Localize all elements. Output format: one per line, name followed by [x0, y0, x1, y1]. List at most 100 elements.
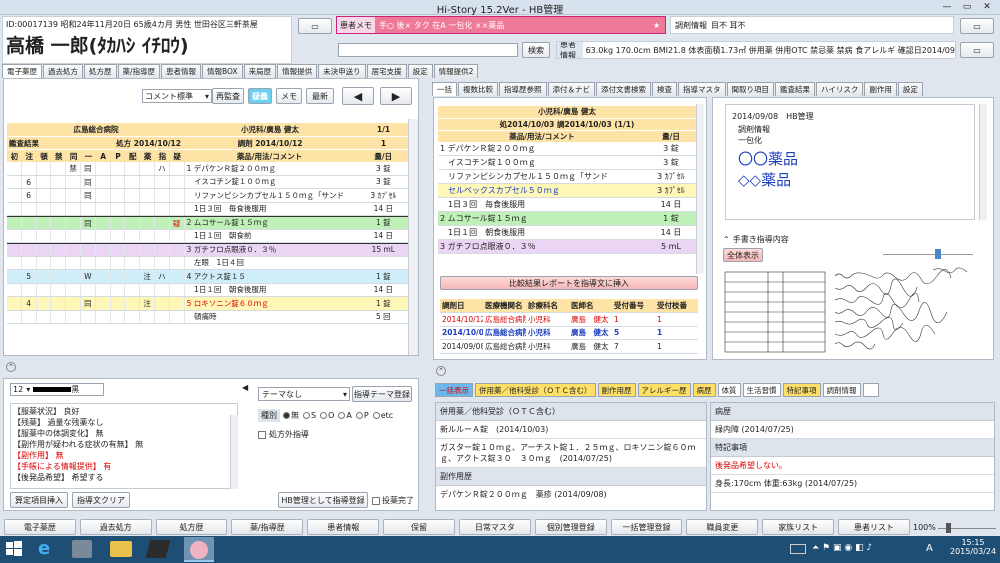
table-row[interactable]: 1 デパケンＲ錠２００ｍｇ 3 錠 — [438, 142, 696, 156]
table-row[interactable]: 4 同 注 5 ロキソニン錠６０ｍｇ 1 錠 — [7, 297, 412, 311]
rx-flag-cell[interactable] — [7, 310, 22, 323]
rx-flag-cell[interactable]: ハ — [155, 270, 170, 283]
rx-flag-cell[interactable] — [125, 256, 141, 269]
rx-flag-cell[interactable] — [66, 175, 81, 188]
rx-flag-cell[interactable] — [111, 310, 126, 323]
maximize-button[interactable]: ▭ — [960, 1, 974, 13]
rx-flag-cell[interactable] — [111, 283, 126, 296]
rx-flag-cell[interactable]: 禁 — [66, 162, 81, 175]
fkey-button[interactable]: 職員変更 — [686, 519, 759, 535]
rx-flag-cell[interactable] — [111, 217, 126, 229]
rx-flag-cell[interactable] — [96, 229, 111, 242]
zoom-slider-thumb[interactable] — [935, 249, 941, 259]
rx-flag-cell[interactable] — [7, 175, 22, 188]
info-tab[interactable]: 生活習慣 — [742, 383, 781, 397]
rx-flag-cell[interactable] — [140, 189, 155, 202]
rx-flag-cell[interactable] — [140, 162, 155, 175]
table-row[interactable]: 1日１回 朝食後服用 14 日 — [7, 283, 412, 297]
rx-flag-cell[interactable] — [51, 162, 67, 175]
rx-flag-cell[interactable]: 同 — [81, 217, 96, 229]
rx-flag-cell[interactable] — [111, 270, 126, 283]
fkey-button[interactable]: 処方歴 — [155, 519, 228, 535]
rx-flag-cell[interactable] — [51, 310, 67, 323]
right-tab[interactable]: 鑑査結果 — [775, 82, 815, 96]
staff-select[interactable]: 12 ▾ 黒 — [10, 383, 104, 396]
rx-flag-cell[interactable] — [125, 202, 141, 215]
rx-flag-cell[interactable] — [22, 310, 37, 323]
rx-flag-cell[interactable] — [7, 189, 22, 202]
rx-flag-cell[interactable]: W — [81, 270, 96, 283]
left-tab[interactable]: 未決申送り — [318, 64, 366, 78]
rx-flag-cell[interactable] — [96, 162, 111, 175]
table-row[interactable]: 禁同 ハ 1 デパケンＲ錠２００ｍｇ 3 錠 — [7, 162, 412, 176]
rx-flag-cell[interactable] — [51, 202, 67, 215]
rx-flag-cell[interactable] — [37, 189, 52, 202]
rx-flag-cell[interactable] — [22, 202, 37, 215]
rx-flag-cell[interactable] — [170, 229, 185, 242]
rx-flag-cell[interactable] — [51, 297, 67, 310]
rx-flag-cell[interactable]: 5 — [22, 270, 37, 283]
rx-flag-cell[interactable] — [7, 297, 22, 310]
rx-flag-cell[interactable] — [22, 162, 37, 175]
rx-flag-cell[interactable] — [155, 310, 170, 323]
rx-flag-cell[interactable] — [155, 283, 170, 296]
right-tab[interactable]: 複数比較 — [458, 82, 498, 96]
rx-flag-cell[interactable] — [37, 244, 52, 256]
rx-flag-cell[interactable] — [66, 229, 81, 242]
rx-flag-cell[interactable] — [155, 189, 170, 202]
prior-rx-scrollbar[interactable] — [696, 104, 704, 274]
rx-flag-cell[interactable] — [37, 217, 52, 229]
rx-flag-cell[interactable] — [51, 189, 67, 202]
left-tab[interactable]: 情報提供2 — [433, 64, 479, 78]
theme-register-button[interactable]: 指導テーマ登録 — [352, 386, 412, 402]
rx-flag-cell[interactable] — [37, 310, 52, 323]
rx-flag-cell[interactable] — [96, 244, 111, 256]
tray-icons[interactable]: ⏶ ⚑ ▣ ◉ ◧ ♪ — [812, 543, 872, 553]
fkey-button[interactable]: 保留 — [383, 519, 455, 535]
rx-flag-cell[interactable] — [111, 162, 126, 175]
patient-window-button[interactable]: ▭ — [298, 18, 332, 34]
rx-flag-cell[interactable] — [170, 270, 185, 283]
rx-flag-cell[interactable] — [111, 202, 126, 215]
rx-flag-cell[interactable] — [81, 256, 96, 269]
table-row[interactable]: 6 同 リファンピシンカプセル１５０ｍｇ「サンド 3 ｶﾌﾟｾﾙ — [7, 189, 412, 203]
calc-insert-button[interactable]: 算定項目挿入 — [10, 492, 68, 508]
table-row[interactable]: セルベックスカプセル５０ｍｇ 3 ｶﾌﾟｾﾙ — [438, 184, 696, 198]
rx-scrollbar[interactable] — [408, 119, 418, 355]
collapse-up-icon[interactable]: ⌃ — [436, 366, 446, 376]
history-row[interactable]: 2014/10/12 広島総合病院 小児科 廣島 健太 1 1 — [440, 312, 698, 327]
fkey-button[interactable]: 患者リスト — [838, 519, 910, 535]
rx-flag-cell[interactable] — [96, 256, 111, 269]
kind-radio[interactable]: A — [338, 411, 352, 420]
rx-flag-cell[interactable]: ハ — [155, 162, 170, 175]
rx-flag-cell[interactable] — [37, 283, 52, 296]
rx-flag-cell[interactable] — [140, 256, 155, 269]
rx-flag-cell[interactable] — [125, 310, 141, 323]
kind-radio[interactable]: O — [320, 411, 334, 420]
rx-flag-cell[interactable] — [111, 297, 126, 310]
collapse-up-icon[interactable]: ⌃ — [6, 362, 16, 372]
recheck-button[interactable]: 再監査 — [212, 88, 244, 104]
rx-flag-cell[interactable]: 同 — [81, 162, 96, 175]
latest-button[interactable]: 最新 — [306, 88, 334, 104]
rx-flag-cell[interactable] — [66, 256, 81, 269]
kind-radio[interactable]: P — [355, 411, 369, 420]
info-tab[interactable]: 一括表示 — [435, 383, 473, 397]
theme-select[interactable]: テーマなし ▾ — [258, 387, 350, 401]
right-tab[interactable]: 設定 — [897, 82, 923, 96]
rx-flag-cell[interactable] — [37, 162, 52, 175]
rx-flag-cell[interactable] — [155, 217, 170, 229]
rx-flag-cell[interactable] — [51, 283, 67, 296]
rx-flag-cell[interactable] — [155, 297, 170, 310]
ime-indicator[interactable]: A — [926, 543, 933, 554]
rx-flag-cell[interactable] — [37, 297, 52, 310]
rx-flag-cell[interactable] — [7, 162, 22, 175]
right-tab[interactable]: 検査 — [652, 82, 677, 96]
rx-flag-cell[interactable] — [37, 175, 52, 188]
search-input[interactable] — [338, 43, 518, 57]
show-all-button[interactable]: 全体表示 — [723, 248, 763, 262]
left-tab[interactable]: 処方歴 — [84, 64, 117, 78]
rx-flag-cell[interactable] — [96, 189, 111, 202]
rx-flag-cell[interactable] — [7, 283, 22, 296]
rx-flag-cell[interactable] — [111, 189, 126, 202]
